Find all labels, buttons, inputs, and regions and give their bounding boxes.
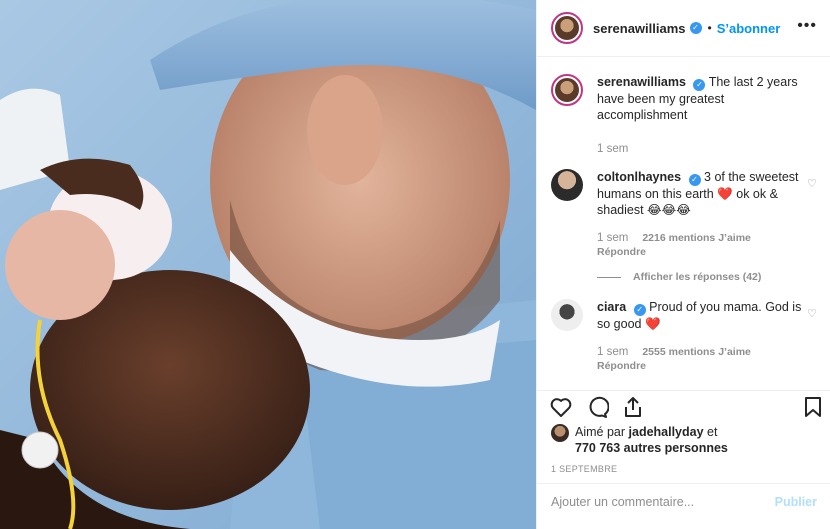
verified-icon: ✓ [693,79,706,91]
comment-meta: 1 sem 2216 mentions J’aime [597,232,817,244]
bookmark-icon[interactable] [801,395,825,419]
liked-and: et [707,425,718,439]
post-date[interactable]: 1 SEPTEMBRE [551,464,617,474]
replies-line [597,276,621,278]
liked-user-link[interactable]: jadehallyday [629,425,704,439]
comment-input[interactable] [551,495,775,509]
action-icons [549,395,825,425]
caption-text-block: serenawilliams ✓ The last 2 years have b… [597,74,802,123]
post-side-panel: serenawilliams ✓ • S’abonner ••• serenaw… [536,0,830,529]
caption-time[interactable]: 1 sem [597,143,817,155]
liked-by: Aimé par jadehallyday et 770 763 autres … [551,424,728,456]
view-replies-button[interactable]: Afficher les réponses (42) [597,271,817,283]
post-header: serenawilliams ✓ • S’abonner ••• [537,0,830,57]
comment-text-block: coltonlhaynes ✓ 3 of the sweetest humans… [597,169,802,218]
view-replies-label: Afficher les réponses (42) [633,271,762,283]
separator-dot: • [707,21,712,35]
post-photo[interactable] [0,0,536,529]
reply-button[interactable]: Répondre [597,360,817,372]
reply-button[interactable]: Répondre [597,246,817,258]
comment-text-block: ciara ✓ Proud of you mama. God is so goo… [597,299,802,332]
follow-button[interactable]: S’abonner [717,21,781,36]
like-comment-heart-icon[interactable]: ♡ [807,177,817,190]
comment-icon[interactable] [585,395,609,419]
verified-icon: ✓ [688,174,701,186]
publish-button[interactable]: Publier [775,495,817,509]
add-comment-bar: Publier [537,483,830,520]
comment-item: coltonlhaynes ✓ 3 of the sweetest humans… [551,169,817,218]
username-link[interactable]: serenawilliams [593,21,686,36]
heart-icon[interactable] [549,395,573,419]
caption-username[interactable]: serenawilliams [597,75,686,89]
comments-list: serenawilliams ✓ The last 2 years have b… [537,58,830,388]
comment-time[interactable]: 1 sem [597,346,628,358]
comment-meta: 1 sem 2555 mentions J’aime [597,346,817,358]
avatar[interactable] [551,169,583,201]
comment-text: Proud of you mama. God is so good ❤️ [597,300,802,331]
liked-by-avatar[interactable] [551,424,569,442]
liked-by-text: Aimé par jadehallyday et 770 763 autres … [575,424,728,456]
share-icon[interactable] [621,395,645,419]
avatar[interactable] [551,12,583,44]
comment-username[interactable]: coltonlhaynes [597,170,681,184]
post-actions: Aimé par jadehallyday et 770 763 autres … [537,390,830,528]
caption: serenawilliams ✓ The last 2 years have b… [551,74,817,123]
comment-username[interactable]: ciara [597,300,626,314]
comment-likes[interactable]: 2216 mentions J’aime [642,232,751,244]
avatar[interactable] [551,299,583,331]
verified-icon: ✓ [689,22,702,34]
comment-likes[interactable]: 2555 mentions J’aime [642,346,751,358]
more-icon[interactable]: ••• [797,18,817,34]
like-comment-heart-icon[interactable]: ♡ [807,307,817,320]
post-photo-image [0,0,536,529]
liked-others-link[interactable]: 770 763 autres personnes [575,441,728,455]
verified-icon: ✓ [633,304,646,316]
avatar[interactable] [551,74,583,106]
comment-item: ciara ✓ Proud of you mama. God is so goo… [551,299,817,332]
instagram-post: serenawilliams ✓ • S’abonner ••• serenaw… [0,0,830,529]
comment-time[interactable]: 1 sem [597,232,628,244]
liked-prefix: Aimé par [575,425,626,439]
